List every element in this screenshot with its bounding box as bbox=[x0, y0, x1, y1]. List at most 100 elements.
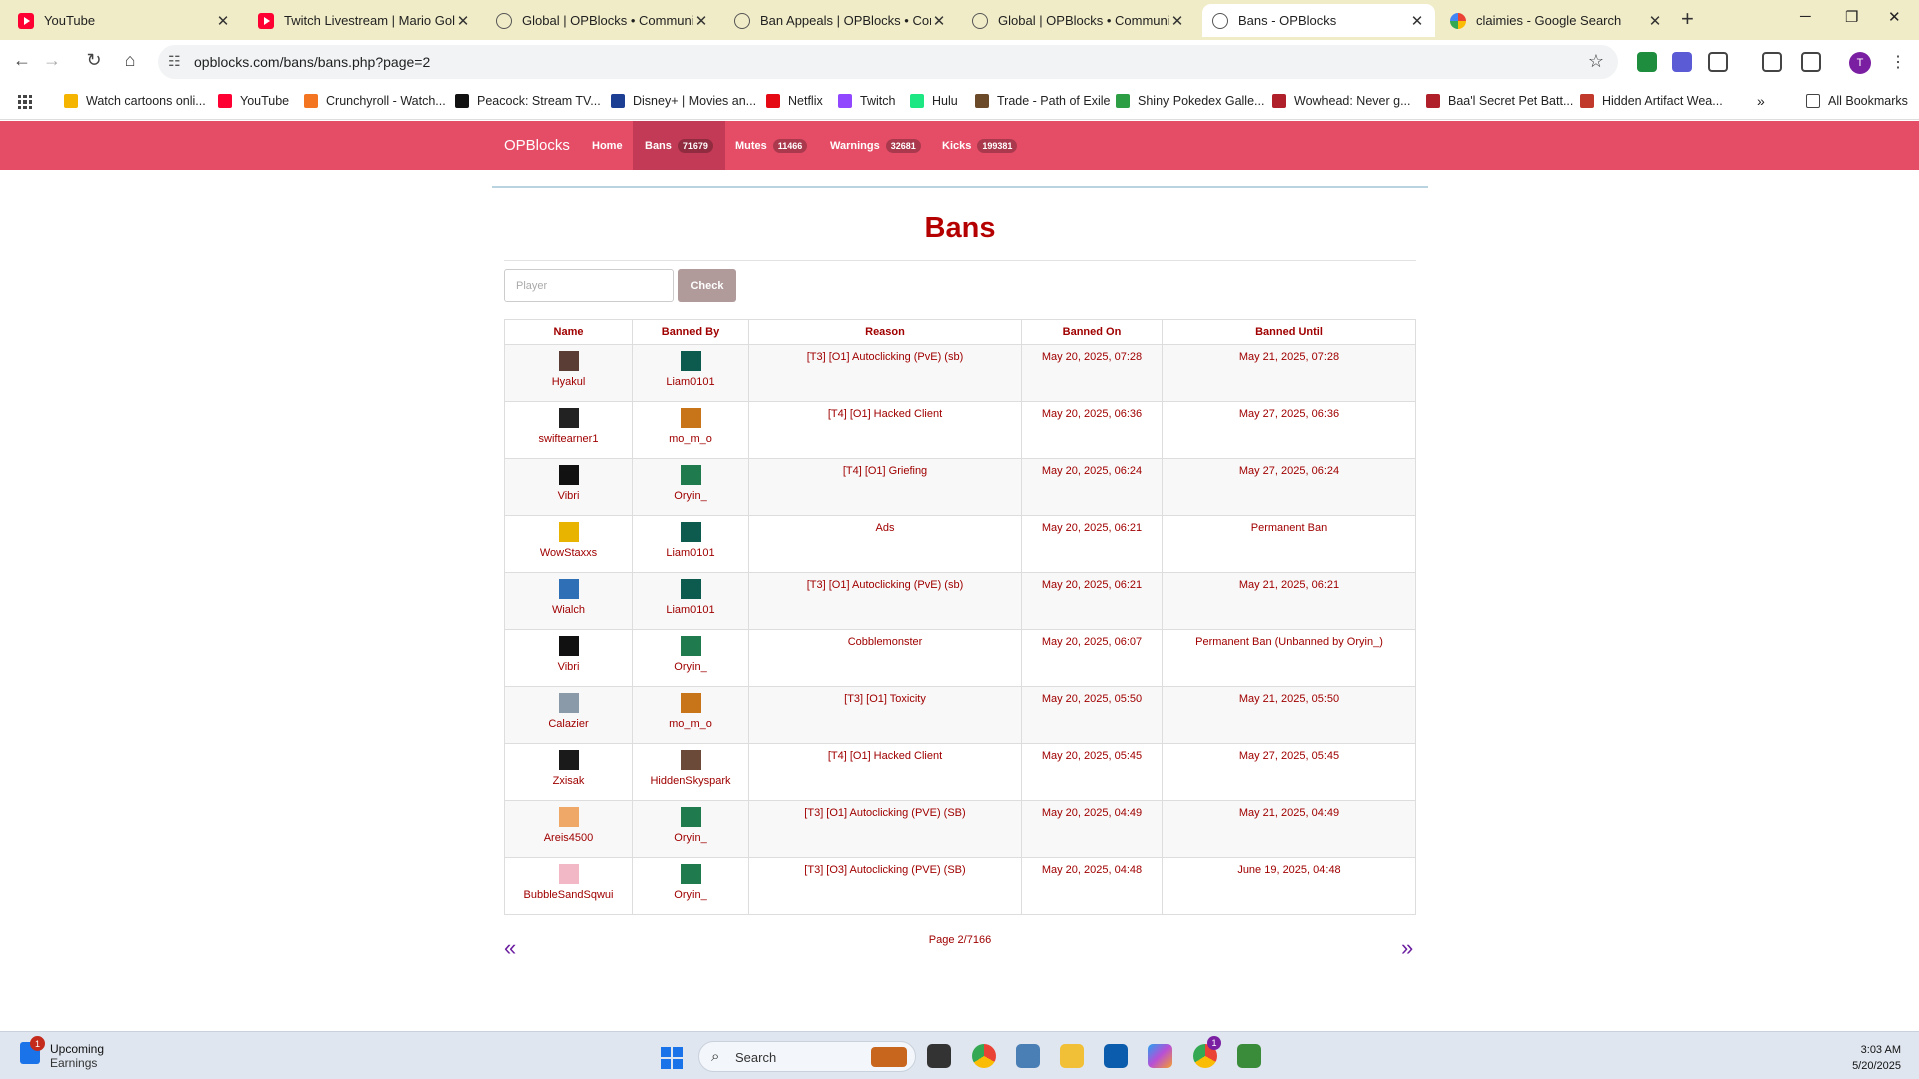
staff-link[interactable]: mo_m_o bbox=[633, 433, 748, 445]
staff-link[interactable]: HiddenSkyspark bbox=[633, 775, 748, 787]
all-bookmarks[interactable]: All Bookmarks bbox=[1806, 94, 1908, 108]
staff-link[interactable]: Liam0101 bbox=[633, 604, 748, 616]
close-tab-icon[interactable]: ✕ bbox=[1169, 12, 1185, 30]
player-link[interactable]: Vibri bbox=[505, 661, 632, 673]
close-tab-icon[interactable]: ✕ bbox=[215, 12, 231, 30]
player-link[interactable]: Vibri bbox=[505, 490, 632, 502]
browser-tab[interactable]: YouTube ✕ bbox=[8, 4, 241, 37]
forward-icon[interactable]: → bbox=[40, 50, 64, 71]
browser-tab[interactable]: Global | OPBlocks • Community ✕ bbox=[962, 4, 1195, 37]
staff-head-icon[interactable] bbox=[680, 750, 701, 770]
close-tab-icon[interactable]: ✕ bbox=[693, 12, 709, 30]
staff-head-icon[interactable] bbox=[680, 408, 701, 428]
reading-mode-icon[interactable] bbox=[1762, 52, 1782, 72]
player-head-icon[interactable] bbox=[558, 465, 579, 485]
player-link[interactable]: WowStaxxs bbox=[505, 547, 632, 559]
chrome-profile-icon[interactable]: 1 bbox=[1193, 1036, 1221, 1068]
address-bar[interactable]: ☷ opblocks.com/bans/bans.php?page=2 ☆ bbox=[158, 45, 1618, 79]
url-text[interactable]: opblocks.com/bans/bans.php?page=2 bbox=[194, 54, 430, 70]
check-button[interactable]: Check bbox=[678, 269, 736, 302]
bookmark-item[interactable]: Hulu bbox=[910, 94, 958, 108]
player-search-input[interactable] bbox=[504, 269, 674, 302]
photos-icon[interactable] bbox=[1016, 1044, 1040, 1068]
staff-link[interactable]: Liam0101 bbox=[633, 376, 748, 388]
next-page-link[interactable]: » bbox=[1401, 935, 1413, 961]
reload-icon[interactable]: ↻ bbox=[82, 50, 106, 71]
staff-head-icon[interactable] bbox=[680, 636, 701, 656]
bookmark-item[interactable]: Watch cartoons onli... bbox=[64, 94, 206, 108]
staff-link[interactable]: Oryin_ bbox=[633, 889, 748, 901]
staff-link[interactable]: Oryin_ bbox=[633, 661, 748, 673]
staff-head-icon[interactable] bbox=[680, 465, 701, 485]
nav-warnings[interactable]: Warnings 32681 bbox=[818, 121, 933, 170]
player-link[interactable]: Zxisak bbox=[505, 775, 632, 787]
microsoft-store-icon[interactable] bbox=[1104, 1044, 1128, 1068]
bookmark-star-icon[interactable]: ☆ bbox=[1588, 51, 1604, 72]
bookmark-item[interactable]: Twitch bbox=[838, 94, 895, 108]
system-clock[interactable]: 3:03 AM 5/20/2025 bbox=[1852, 1042, 1901, 1074]
menu-kebab-icon[interactable]: ⋮ bbox=[1890, 52, 1906, 72]
staff-link[interactable]: Oryin_ bbox=[633, 832, 748, 844]
player-link[interactable]: Areis4500 bbox=[505, 832, 632, 844]
player-head-icon[interactable] bbox=[558, 636, 579, 656]
bookmark-item[interactable]: Trade - Path of Exile bbox=[975, 94, 1110, 108]
staff-head-icon[interactable] bbox=[680, 579, 701, 599]
maximize-icon[interactable]: ❐ bbox=[1845, 8, 1858, 26]
staff-link[interactable]: mo_m_o bbox=[633, 718, 748, 730]
windows-start-icon[interactable] bbox=[661, 1047, 683, 1069]
nav-mutes[interactable]: Mutes 11466 bbox=[723, 121, 819, 170]
bookmark-item[interactable]: YouTube bbox=[218, 94, 289, 108]
minimize-icon[interactable]: ─ bbox=[1800, 8, 1811, 25]
back-icon[interactable]: ← bbox=[10, 50, 34, 71]
player-head-icon[interactable] bbox=[558, 408, 579, 428]
staff-head-icon[interactable] bbox=[680, 693, 701, 713]
player-head-icon[interactable] bbox=[558, 807, 579, 827]
staff-head-icon[interactable] bbox=[680, 864, 701, 884]
bookmark-item[interactable]: Hidden Artifact Wea... bbox=[1580, 94, 1723, 108]
bookmark-item[interactable]: Peacock: Stream TV... bbox=[455, 94, 601, 108]
close-tab-icon[interactable]: ✕ bbox=[931, 12, 947, 30]
new-tab-icon[interactable]: + bbox=[1681, 6, 1694, 32]
profile-avatar[interactable]: T bbox=[1849, 52, 1871, 74]
nav-kicks[interactable]: Kicks 199381 bbox=[930, 121, 1029, 170]
player-head-icon[interactable] bbox=[558, 522, 579, 542]
player-link[interactable]: swiftearner1 bbox=[505, 433, 632, 445]
site-info-icon[interactable]: ☷ bbox=[168, 53, 181, 70]
close-tab-icon[interactable]: ✕ bbox=[1647, 12, 1663, 30]
browser-tab[interactable]: Twitch Livestream | Mario Golf: ✕ bbox=[248, 4, 481, 37]
close-window-icon[interactable]: ✕ bbox=[1888, 8, 1901, 26]
nav-bans[interactable]: Bans 71679 bbox=[633, 121, 725, 170]
widgets-button[interactable]: 1 Upcoming Earnings bbox=[20, 1036, 104, 1070]
apps-grid-icon[interactable] bbox=[18, 95, 32, 109]
task-view-icon[interactable] bbox=[927, 1044, 951, 1068]
staff-head-icon[interactable] bbox=[680, 351, 701, 371]
home-icon[interactable]: ⌂ bbox=[118, 50, 142, 71]
player-link[interactable]: Wialch bbox=[505, 604, 632, 616]
close-tab-icon[interactable]: ✕ bbox=[1409, 12, 1425, 30]
site-brand[interactable]: OPBlocks bbox=[504, 137, 570, 154]
browser-tab[interactable]: claimies - Google Search ✕ bbox=[1440, 4, 1673, 37]
bookmark-item[interactable]: Crunchyroll - Watch... bbox=[304, 94, 446, 108]
bookmark-item[interactable]: Wowhead: Never g... bbox=[1272, 94, 1411, 108]
more-bookmarks-icon[interactable]: » bbox=[1757, 93, 1765, 109]
player-head-icon[interactable] bbox=[558, 351, 579, 371]
minecraft-icon[interactable] bbox=[1237, 1044, 1261, 1068]
player-head-icon[interactable] bbox=[558, 864, 579, 884]
player-head-icon[interactable] bbox=[558, 579, 579, 599]
browser-tab[interactable]: Global | OPBlocks • Community ✕ bbox=[486, 4, 719, 37]
extension-purple-icon[interactable] bbox=[1672, 52, 1692, 72]
close-tab-icon[interactable]: ✕ bbox=[455, 12, 471, 30]
taskbar-search[interactable]: ⌕ Search bbox=[698, 1041, 916, 1072]
bookmark-item[interactable]: Baa'l Secret Pet Batt... bbox=[1426, 94, 1573, 108]
file-explorer-icon[interactable] bbox=[1060, 1044, 1084, 1068]
player-link[interactable]: BubbleSandSqwui bbox=[505, 889, 632, 901]
extension-check-icon[interactable] bbox=[1637, 52, 1657, 72]
player-link[interactable]: Hyakul bbox=[505, 376, 632, 388]
browser-tab[interactable]: Ban Appeals | OPBlocks • Comm✕ bbox=[724, 4, 957, 37]
browser-tab[interactable]: Bans - OPBlocks ✕ bbox=[1202, 4, 1435, 37]
nav-home[interactable]: Home bbox=[580, 121, 635, 170]
extensions-puzzle-icon[interactable] bbox=[1708, 52, 1728, 72]
bookmark-item[interactable]: Shiny Pokedex Galle... bbox=[1116, 94, 1264, 108]
copilot-icon[interactable] bbox=[1148, 1044, 1172, 1068]
bookmark-item[interactable]: Netflix bbox=[766, 94, 823, 108]
